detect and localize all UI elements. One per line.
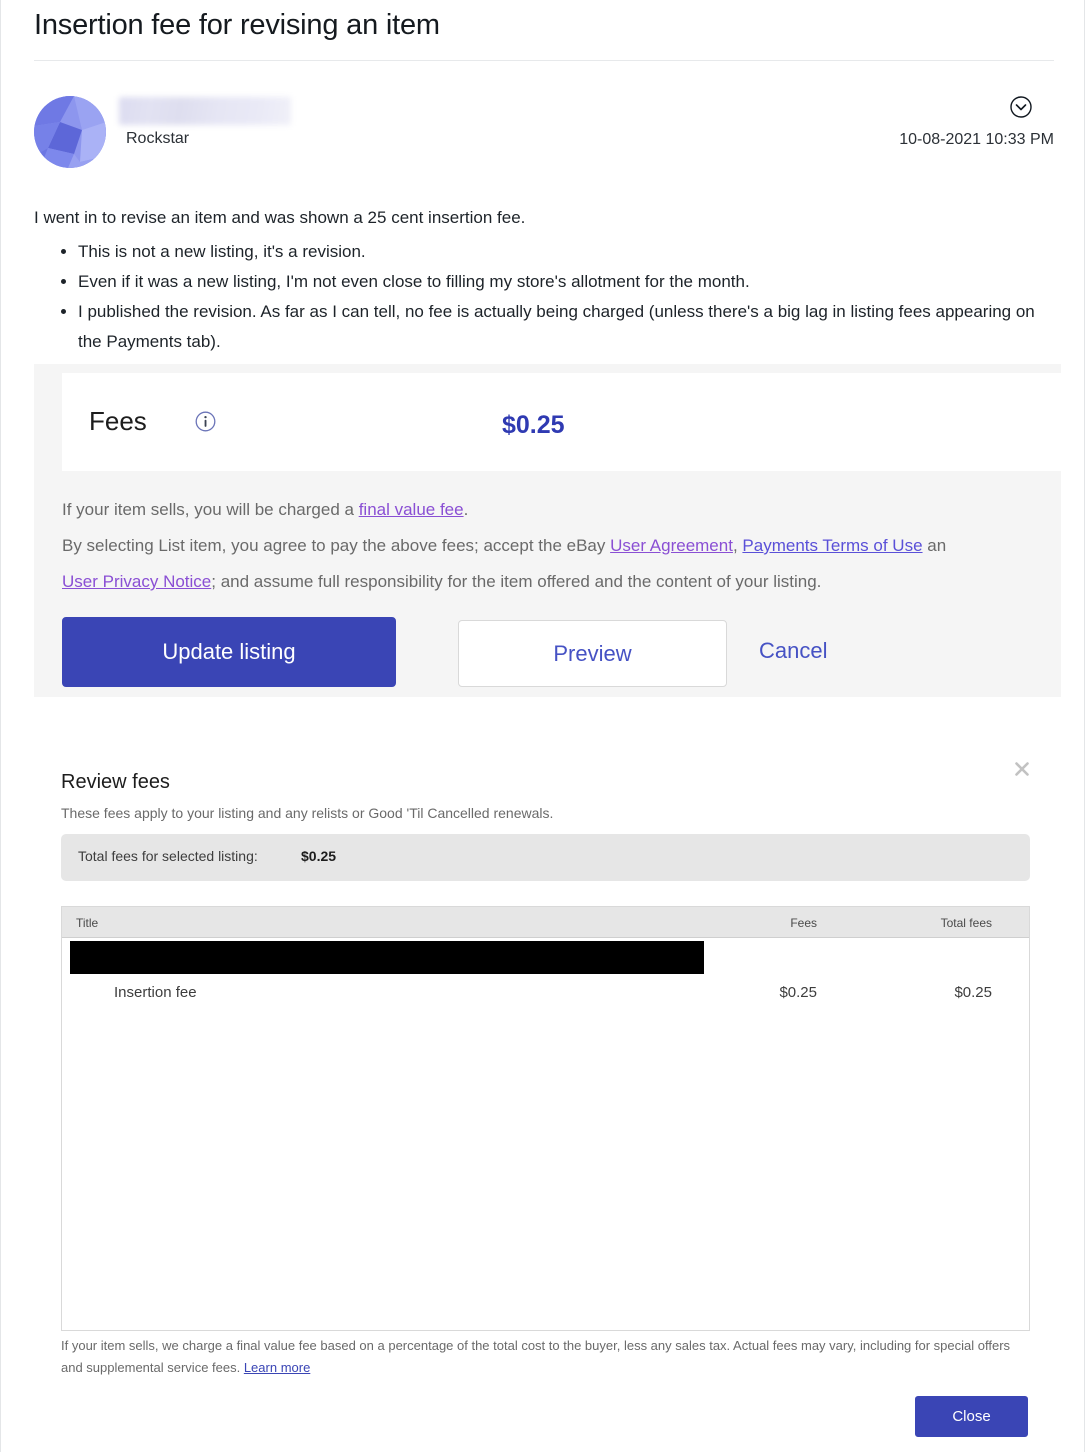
row-fees: $0.25 [779,984,817,1001]
agreement-line: By selecting List item, you agree to pay… [62,531,1061,560]
fee-legal-text: If your item sells, you will be charged … [62,495,1061,596]
post-author-row: Rockstar 10-08-2021 10:33 PM [34,96,1054,168]
fees-summary-card: Fees $0.25 [62,373,1061,471]
privacy-line: User Privacy Notice; and assume full res… [62,567,1061,596]
list-item: Even if it was a new listing, I'm not ev… [78,267,1054,297]
column-header-fees: Fees [790,916,817,930]
row-total-fees: $0.25 [954,984,992,1001]
close-x-icon[interactable] [1012,759,1032,779]
chevron-down-circle-icon[interactable] [1010,96,1032,118]
total-fees-value: $0.25 [301,848,337,864]
review-fees-title: Review fees [61,771,170,793]
legal-text-2-end: an [922,536,947,555]
column-header-title: Title [76,916,99,930]
post-bullet-list: This is not a new listing, it's a revisi… [34,237,1054,357]
post-body: I went in to revise an item and was show… [34,203,1054,357]
legal-text-2: By selecting List item, you agree to pay… [62,536,611,555]
learn-more-link[interactable]: Learn more [244,1360,310,1375]
fees-label: Fees [89,406,147,436]
forum-post-page: Insertion fee for revising an item Rocks… [0,0,1085,1452]
payments-terms-link[interactable]: Payments Terms of Use [742,536,922,555]
fees-amount: $0.25 [502,411,565,439]
close-button[interactable]: Close [915,1396,1028,1437]
embedded-fee-panel-screenshot: Fees $0.25 If your item sells, you will … [34,364,1061,697]
total-fees-bar: Total fees for selected listing: $0.25 [61,834,1030,881]
table-header-row: Title Fees Total fees [62,907,1029,938]
user-privacy-notice-link[interactable]: User Privacy Notice [62,572,211,591]
fee-breakdown-table: Title Fees Total fees Insertion fee $0.2… [61,906,1030,1331]
page-title: Insertion fee for revising an item [34,9,440,41]
author-username-redacted [119,97,291,125]
list-item: This is not a new listing, it's a revisi… [78,237,1054,267]
user-agreement-link[interactable]: User Agreement [610,536,733,555]
legal-text-1: If your item sells, you will be charged … [62,500,359,519]
embedded-review-fees-screenshot: Review fees These fees apply to your lis… [34,745,1054,1445]
total-fees-label: Total fees for selected listing: [78,848,258,864]
post-intro-text: I went in to revise an item and was show… [34,208,526,227]
legal-text-3-end: ; and assume full responsibility for the… [211,572,822,591]
table-row: Insertion fee $0.25 $0.25 [62,984,1029,1008]
cancel-button[interactable]: Cancel [759,638,827,664]
fee-table-footnote: If your item sells, we charge a final va… [61,1335,1030,1379]
preview-button[interactable]: Preview [458,620,727,687]
legal-text-1-end: . [463,500,469,519]
list-item: I published the revision. As far as I ca… [78,297,1054,357]
avatar[interactable] [34,96,106,168]
footnote-text: If your item sells, we charge a final va… [61,1338,1011,1375]
column-header-total-fees: Total fees [940,916,992,930]
redacted-listing-title [70,941,704,974]
final-value-fee-line: If your item sells, you will be charged … [62,495,1061,524]
final-value-fee-link[interactable]: final value fee [359,500,464,519]
update-listing-button[interactable]: Update listing [62,617,396,687]
row-title: Insertion fee [114,984,197,1001]
author-rank-label: Rockstar [126,130,190,147]
review-fees-subtitle: These fees apply to your listing and any… [61,805,554,821]
post-timestamp: 10-08-2021 10:33 PM [899,131,1054,148]
info-circle-icon[interactable] [195,411,216,432]
title-divider [34,60,1054,61]
legal-comma: , [732,536,743,555]
fee-panel-actions: Update listing Preview Cancel [62,617,1061,697]
